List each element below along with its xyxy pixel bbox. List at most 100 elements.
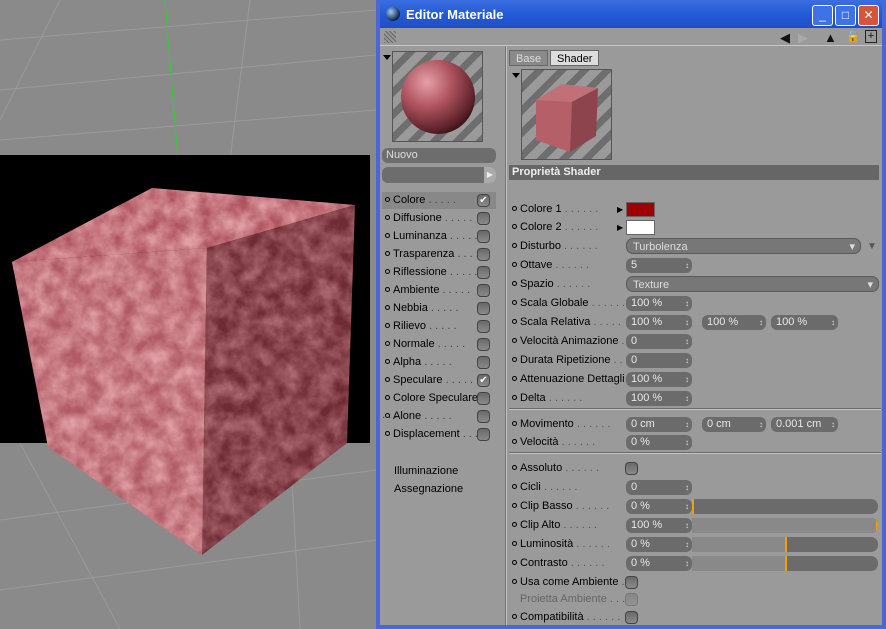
velocita-input[interactable]: 0 % xyxy=(626,435,692,450)
channel-item[interactable]: Speculare . . . . . ✔ xyxy=(382,372,496,389)
anim-dot-icon[interactable] xyxy=(512,541,517,546)
anim-dot-icon[interactable] xyxy=(512,614,517,619)
channel-checkbox[interactable] xyxy=(477,338,490,351)
channel-item[interactable]: Displacement . . . . . xyxy=(382,426,496,443)
channel-checkbox[interactable]: ✔ xyxy=(477,194,490,207)
luminosita-slider[interactable] xyxy=(692,537,878,552)
shader-preview-menu-triangle-icon[interactable] xyxy=(512,73,520,78)
mov-x-input[interactable]: 0 cm xyxy=(626,417,692,432)
durata-input[interactable]: 0 xyxy=(626,353,692,368)
anim-dot-icon[interactable] xyxy=(512,262,517,267)
close-button[interactable]: ✕ xyxy=(858,5,879,26)
luminosita-input[interactable]: 0 % xyxy=(626,537,692,552)
forward-arrow-icon[interactable]: ▶ xyxy=(798,30,808,46)
channel-item[interactable]: Diffusione . . . . . xyxy=(382,210,496,227)
channel-item[interactable]: Alpha . . . . . xyxy=(382,354,496,371)
anim-dot-icon[interactable] xyxy=(512,560,517,565)
color2-swatch[interactable] xyxy=(626,220,655,235)
mov-z-input[interactable]: 0.001 cm xyxy=(771,417,838,432)
channel-checkbox[interactable] xyxy=(477,230,490,243)
channel-item[interactable]: Colore . . . . . ✔ xyxy=(382,192,496,209)
slider-handle[interactable] xyxy=(692,499,694,514)
channel-checkbox[interactable] xyxy=(477,302,490,315)
slider-handle[interactable] xyxy=(785,537,787,552)
grip-icon[interactable] xyxy=(384,31,396,43)
clip_alto-slider[interactable] xyxy=(692,518,878,533)
anim-dot-icon[interactable] xyxy=(512,338,517,343)
panel-divider[interactable] xyxy=(505,47,507,625)
mov-y-input[interactable]: 0 cm xyxy=(702,417,766,432)
anim-dot-icon[interactable] xyxy=(512,357,517,362)
anim-dot-icon[interactable] xyxy=(385,359,390,364)
attenuazione-input[interactable]: 100 % xyxy=(626,372,692,387)
anim-dot-icon[interactable] xyxy=(385,323,390,328)
shader-preview[interactable] xyxy=(521,69,612,160)
channel-checkbox[interactable] xyxy=(477,284,490,297)
arrow-right-icon[interactable]: ▶ xyxy=(484,167,496,183)
proietta-checkbox[interactable] xyxy=(625,593,638,606)
assoluto-checkbox[interactable] xyxy=(625,462,638,475)
compat-checkbox[interactable] xyxy=(625,611,638,624)
anim-dot-icon[interactable] xyxy=(385,197,390,202)
channel-checkbox[interactable] xyxy=(477,428,490,441)
anim-dot-icon[interactable] xyxy=(385,287,390,292)
anim-dot-icon[interactable] xyxy=(385,413,390,418)
cicli-input[interactable]: 0 xyxy=(626,480,692,495)
channel-illuminazione[interactable]: Illuminazione xyxy=(382,463,496,480)
tab-base[interactable]: Base xyxy=(509,50,549,66)
scala-globale-input[interactable]: 100 % xyxy=(626,296,692,311)
scala-rel-x-input[interactable]: 100 % xyxy=(626,315,692,330)
title-bar[interactable]: Editor Materiale xyxy=(380,0,882,28)
channel-item[interactable]: Rilievo . . . . . xyxy=(382,318,496,335)
material-preview[interactable] xyxy=(392,51,483,142)
velocita-anim-input[interactable]: 0 xyxy=(626,334,692,349)
channel-checkbox[interactable] xyxy=(477,248,490,261)
anim-dot-icon[interactable] xyxy=(385,269,390,274)
up-arrow-icon[interactable]: ▲ xyxy=(824,30,837,45)
anim-dot-icon[interactable] xyxy=(512,300,517,305)
scala-rel-z-input[interactable]: 100 % xyxy=(771,315,838,330)
clip_basso-slider[interactable] xyxy=(692,499,878,514)
back-arrow-icon[interactable]: ◀ xyxy=(780,30,790,46)
anim-dot-icon[interactable] xyxy=(512,522,517,527)
channel-item[interactable]: Riflessione . . . . . xyxy=(382,264,496,281)
channel-checkbox[interactable] xyxy=(477,356,490,369)
channel-item[interactable]: Alone . . . . . xyxy=(382,408,496,425)
anim-dot-icon[interactable] xyxy=(512,243,517,248)
contrasto-input[interactable]: 0 % xyxy=(626,556,692,571)
lock-icon[interactable]: 🔓 xyxy=(846,30,860,43)
channel-item[interactable]: Colore Speculare . . . . . xyxy=(382,390,496,421)
space-dropdown[interactable]: Texture xyxy=(626,276,879,293)
clip_basso-input[interactable]: 0 % xyxy=(626,499,692,514)
expand-triangle-icon[interactable]: ▶ xyxy=(617,219,623,236)
scala-rel-y-input[interactable]: 100 % xyxy=(702,315,766,330)
slider-handle[interactable] xyxy=(785,556,787,571)
anim-dot-icon[interactable] xyxy=(512,439,517,444)
anim-dot-icon[interactable] xyxy=(385,377,390,382)
channel-item[interactable]: Normale . . . . . xyxy=(382,336,496,353)
channel-item[interactable]: Nebbia . . . . . xyxy=(382,300,496,317)
material-scroll-field[interactable]: ▶ xyxy=(382,167,496,183)
anim-dot-icon[interactable] xyxy=(512,579,517,584)
delta-input[interactable]: 100 % xyxy=(626,391,692,406)
anim-dot-icon[interactable] xyxy=(512,319,517,324)
channel-checkbox[interactable] xyxy=(477,410,490,423)
channel-item[interactable]: Trasparenza . . . . . xyxy=(382,246,496,263)
preview-menu-triangle-icon[interactable] xyxy=(383,55,391,60)
channel-checkbox[interactable] xyxy=(477,266,490,279)
anim-dot-icon[interactable] xyxy=(512,465,517,470)
anim-dot-icon[interactable] xyxy=(512,281,517,286)
maximize-button[interactable]: □ xyxy=(835,5,856,26)
anim-dot-icon[interactable] xyxy=(385,215,390,220)
contrasto-slider[interactable] xyxy=(692,556,878,571)
color1-swatch[interactable] xyxy=(626,202,655,217)
anim-dot-icon[interactable] xyxy=(385,431,390,436)
channel-checkbox[interactable] xyxy=(477,212,490,225)
channel-checkbox[interactable]: ✔ xyxy=(477,374,490,387)
minimize-button[interactable]: _ xyxy=(812,5,833,26)
channel-item[interactable]: Ambiente . . . . . xyxy=(382,282,496,299)
anim-dot-icon[interactable] xyxy=(385,395,390,400)
anim-dot-icon[interactable] xyxy=(385,233,390,238)
anim-dot-icon[interactable] xyxy=(512,395,517,400)
anim-dot-icon[interactable] xyxy=(385,251,390,256)
